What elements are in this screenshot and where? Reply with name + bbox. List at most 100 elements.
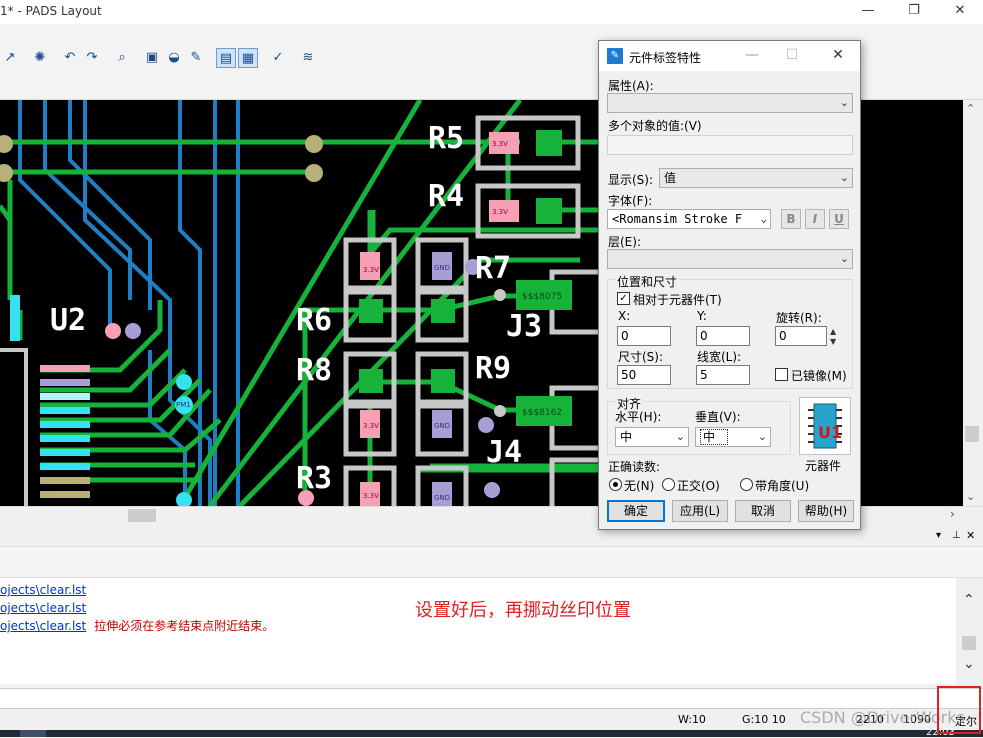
drc-icon[interactable]: ✓ bbox=[268, 48, 288, 68]
via-icon[interactable]: ✺ bbox=[30, 48, 50, 68]
panel-menu-icon[interactable]: ▾ bbox=[936, 530, 941, 541]
x-label: X: bbox=[618, 309, 631, 323]
annotation-note: 设置好后，再挪动丝印位置 bbox=[415, 600, 631, 621]
output-link[interactable]: ojects\clear.lst bbox=[0, 583, 86, 597]
component-label: 元器件 bbox=[805, 459, 842, 473]
radio-none[interactable] bbox=[609, 478, 622, 491]
output-message: 拉伸必须在参考结束点附近结束。 bbox=[94, 619, 275, 633]
dialog-app-icon: ✎ bbox=[607, 48, 623, 64]
dialog-close-button[interactable]: ✕ bbox=[823, 45, 853, 67]
zoom-icon[interactable]: ⌕ bbox=[112, 48, 132, 68]
taskbar-app[interactable] bbox=[20, 730, 46, 737]
chevron-down-icon: ⌄ bbox=[675, 430, 685, 443]
line-width-label: 线宽(L): bbox=[697, 350, 742, 364]
radio-ortho-label: 正交(O) bbox=[677, 479, 720, 493]
paint-icon[interactable]: ✎ bbox=[186, 48, 206, 68]
horizontal-label: 水平(H): bbox=[615, 410, 662, 424]
maximize-button[interactable]: ❐ bbox=[891, 0, 937, 24]
rotation-input[interactable]: 0 bbox=[775, 326, 827, 346]
ref-u2: U2 bbox=[50, 303, 86, 338]
component-icon[interactable]: U1 bbox=[799, 397, 851, 455]
undo-icon[interactable]: ↶ bbox=[60, 48, 80, 68]
pad-label: GND bbox=[434, 422, 450, 430]
output-scrollbar[interactable]: ⌃ ⌄ bbox=[956, 578, 983, 684]
route-icon[interactable]: ↗ bbox=[0, 48, 20, 68]
scroll-thumb[interactable] bbox=[962, 636, 976, 650]
output-line: ojects\clear.lst 拉伸必须在参考结束点附近结束。 bbox=[0, 618, 274, 634]
apply-button[interactable]: 应用(L) bbox=[672, 500, 728, 522]
horizontal-align-value: 中 bbox=[620, 430, 633, 444]
chevron-down-icon: ⌄ bbox=[839, 96, 849, 109]
output-line: ojects\clear.lst bbox=[0, 600, 86, 616]
ref-r7: R7 bbox=[475, 251, 511, 286]
view-icon[interactable]: ▣ bbox=[142, 48, 162, 68]
vertical-align-value: 中 bbox=[700, 429, 729, 445]
ref-r3: R3 bbox=[296, 461, 332, 496]
minimize-button[interactable]: — bbox=[845, 0, 891, 24]
font-value: <Romansim Stroke F bbox=[612, 212, 743, 226]
y-label: Y: bbox=[697, 309, 707, 323]
readable-label: 正确读数: bbox=[608, 460, 661, 474]
italic-button[interactable]: I bbox=[805, 209, 825, 229]
y-input[interactable]: 0 bbox=[696, 326, 750, 346]
command-line[interactable] bbox=[0, 688, 983, 708]
title-bar: 1* - PADS Layout — ❐ ✕ bbox=[0, 0, 983, 24]
multi-value-field[interactable] bbox=[607, 135, 853, 155]
relative-checkbox[interactable]: ✓ bbox=[617, 292, 630, 305]
close-panel-icon[interactable]: ✕ bbox=[966, 529, 975, 542]
chevron-down-icon: ⌄ bbox=[757, 430, 767, 443]
attribute-select[interactable]: ⌄ bbox=[607, 93, 853, 113]
scroll-down-icon[interactable]: ⌄ bbox=[966, 490, 975, 503]
minimize-icon: — bbox=[745, 47, 759, 63]
display-icon[interactable]: ▦ bbox=[238, 48, 258, 68]
output-window[interactable]: ojects\clear.lst ojects\clear.lst ojects… bbox=[0, 578, 956, 684]
pad-label: GND bbox=[434, 494, 450, 502]
close-window-button[interactable]: ✕ bbox=[937, 0, 983, 24]
spin-down-icon[interactable]: ▼ bbox=[830, 338, 836, 346]
pad-label: PM1 bbox=[176, 401, 191, 409]
pad-label: $$$8162 bbox=[522, 408, 562, 418]
ref-j3: J3 bbox=[506, 309, 542, 344]
label-properties-dialog: ✎ 元件标签特性 — ☐ ✕ 属性(A): ⌄ 多个对象的值:(V) 显示(S)… bbox=[598, 40, 861, 530]
layer-select[interactable]: ⌄ bbox=[607, 249, 853, 269]
scroll-up-icon[interactable]: ⌃ bbox=[966, 102, 975, 115]
spin-up-icon[interactable]: ▲ bbox=[830, 328, 836, 336]
scroll-up-icon[interactable]: ⌃ bbox=[963, 592, 975, 608]
vertical-label: 垂直(V): bbox=[695, 410, 741, 424]
scroll-thumb[interactable] bbox=[965, 426, 979, 442]
scroll-down-icon[interactable]: ⌄ bbox=[963, 656, 975, 672]
pin-icon[interactable]: ⊥ bbox=[952, 530, 961, 541]
taskbar: 22:03 bbox=[0, 727, 983, 738]
redo-icon[interactable]: ↷ bbox=[82, 48, 102, 68]
x-input[interactable]: 0 bbox=[617, 326, 671, 346]
pad-label: 3.3V bbox=[492, 140, 508, 148]
mirror-checkbox[interactable] bbox=[775, 368, 788, 381]
horizontal-align-select[interactable]: 中 ⌄ bbox=[615, 427, 689, 447]
pad-label: 3.3V bbox=[492, 208, 508, 216]
ok-button[interactable]: 确定 bbox=[607, 500, 665, 522]
cancel-button[interactable]: 取消 bbox=[735, 500, 791, 522]
output-link[interactable]: ojects\clear.lst bbox=[0, 619, 86, 633]
line-width-input[interactable]: 5 bbox=[696, 365, 750, 385]
script-icon[interactable]: ≋ bbox=[298, 48, 318, 68]
help-button[interactable]: 帮助(H) bbox=[798, 500, 854, 522]
output-line: ojects\clear.lst bbox=[0, 582, 86, 598]
size-input[interactable]: 50 bbox=[617, 365, 671, 385]
radio-ortho[interactable] bbox=[662, 478, 675, 491]
canvas-vertical-scrollbar[interactable]: ⌃ ⌄ bbox=[963, 100, 983, 506]
pad-label: 3.3V bbox=[363, 422, 379, 430]
layer-icon[interactable]: ◒ bbox=[164, 48, 184, 68]
pad-label: $$$8075 bbox=[522, 292, 562, 302]
underline-button[interactable]: U bbox=[829, 209, 849, 229]
radio-angle[interactable] bbox=[740, 478, 753, 491]
bold-button[interactable]: B bbox=[781, 209, 801, 229]
vertical-align-select[interactable]: 中 ⌄ bbox=[695, 427, 771, 447]
ref-r9: R9 bbox=[475, 351, 511, 386]
scroll-thumb[interactable] bbox=[128, 509, 156, 522]
scroll-right-icon[interactable]: › bbox=[950, 507, 955, 521]
ref-r8: R8 bbox=[296, 353, 332, 388]
display-select[interactable]: 值 ⌄ bbox=[659, 168, 853, 188]
output-link[interactable]: ojects\clear.lst bbox=[0, 601, 86, 615]
font-select[interactable]: <Romansim Stroke F ⌄ bbox=[607, 209, 771, 229]
select-icon[interactable]: ▤ bbox=[216, 48, 236, 68]
